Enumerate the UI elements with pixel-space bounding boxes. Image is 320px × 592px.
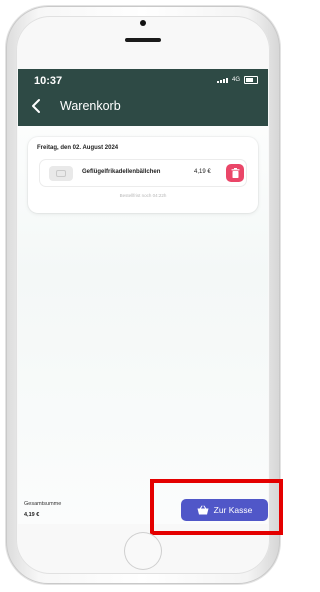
order-date: Freitag, den 02. August 2024 bbox=[37, 145, 119, 151]
status-time: 10:37 bbox=[34, 75, 63, 87]
cart-item: Geflügelfrikadellenbällchen 4,19 € bbox=[39, 159, 247, 187]
battery-icon bbox=[244, 76, 258, 84]
trash-icon bbox=[231, 168, 239, 178]
cart-day-card: Freitag, den 02. August 2024 Geflügelfri… bbox=[28, 137, 258, 213]
signal-icon bbox=[216, 77, 228, 83]
app-bar: 10:37 4G Warenkorb bbox=[18, 69, 268, 126]
total-value: 4,19 € bbox=[24, 512, 40, 518]
home-button[interactable] bbox=[124, 532, 162, 570]
status-indicators: 4G bbox=[216, 76, 258, 84]
chevron-left-icon[interactable] bbox=[28, 97, 46, 115]
network-label: 4G bbox=[231, 77, 240, 83]
order-deadline-note: Bestellfrist noch 04:22h bbox=[119, 193, 167, 198]
highlight-box bbox=[150, 479, 283, 535]
camera bbox=[140, 20, 146, 26]
app-screen: 10:37 4G Warenkorb Freitag, den 02. Augu… bbox=[18, 69, 268, 524]
total-label: Gesamtsumme bbox=[24, 501, 62, 507]
item-image-placeholder bbox=[49, 166, 73, 181]
delete-item-button[interactable] bbox=[226, 164, 244, 182]
item-name: Geflügelfrikadellenbällchen bbox=[82, 169, 161, 175]
page-title: Warenkorb bbox=[60, 99, 121, 113]
item-price: 4,19 € bbox=[194, 169, 211, 175]
speaker bbox=[125, 38, 161, 42]
